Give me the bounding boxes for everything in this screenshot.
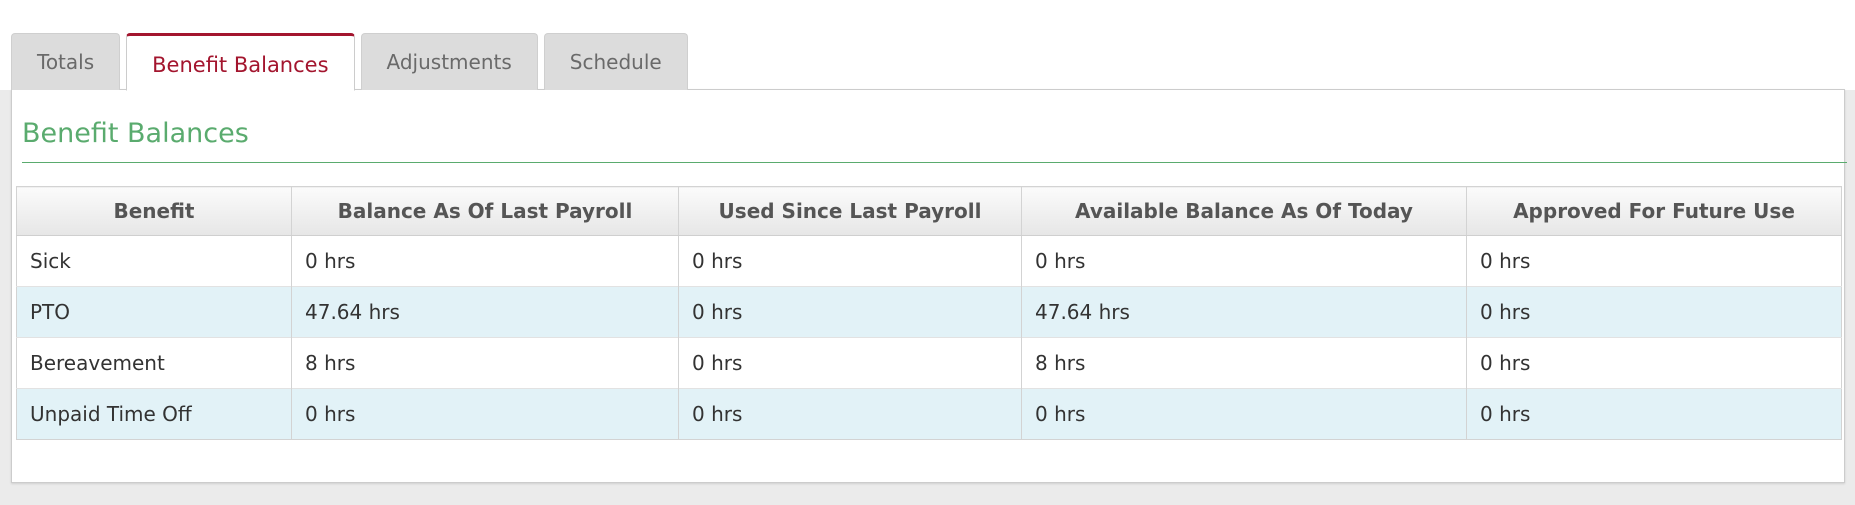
section-title: Benefit Balances [22,118,249,149]
tab-bar: Totals Benefit Balances Adjustments Sche… [11,32,694,91]
tab-totals[interactable]: Totals [11,33,121,90]
column-header-used-since-last-payroll: Used Since Last Payroll [678,186,1022,236]
cell-used-since-last-payroll: 0 hrs [678,235,1022,287]
cell-available-balance: 8 hrs [1021,337,1467,389]
cell-balance-last-payroll: 47.64 hrs [291,286,679,338]
cell-benefit: Bereavement [16,337,292,389]
cell-available-balance: 47.64 hrs [1021,286,1467,338]
column-header-available-balance: Available Balance As Of Today [1021,186,1467,236]
table-row: Bereavement 8 hrs 0 hrs 8 hrs 0 hrs [16,337,1842,389]
cell-balance-last-payroll: 0 hrs [291,388,679,440]
cell-used-since-last-payroll: 0 hrs [678,337,1022,389]
cell-approved-future-use: 0 hrs [1466,388,1842,440]
cell-used-since-last-payroll: 0 hrs [678,286,1022,338]
cell-available-balance: 0 hrs [1021,388,1467,440]
cell-approved-future-use: 0 hrs [1466,286,1842,338]
column-header-approved-future-use: Approved For Future Use [1466,186,1842,236]
column-header-balance-last-payroll: Balance As Of Last Payroll [291,186,679,236]
table-row: Sick 0 hrs 0 hrs 0 hrs 0 hrs [16,235,1842,287]
page: Totals Benefit Balances Adjustments Sche… [0,0,1855,505]
cell-balance-last-payroll: 8 hrs [291,337,679,389]
tab-schedule[interactable]: Schedule [543,33,688,90]
cell-approved-future-use: 0 hrs [1466,235,1842,287]
cell-available-balance: 0 hrs [1021,235,1467,287]
benefit-balances-table: Benefit Balance As Of Last Payroll Used … [16,186,1842,440]
table-header-row: Benefit Balance As Of Last Payroll Used … [16,186,1842,236]
column-header-benefit: Benefit [16,186,292,236]
tab-panel: Benefit Balances Benefit Balance As Of L… [11,89,1847,483]
cell-balance-last-payroll: 0 hrs [291,235,679,287]
tab-adjustments[interactable]: Adjustments [360,33,538,90]
cell-used-since-last-payroll: 0 hrs [678,388,1022,440]
cell-approved-future-use: 0 hrs [1466,337,1842,389]
table-row: Unpaid Time Off 0 hrs 0 hrs 0 hrs 0 hrs [16,388,1842,440]
section-divider [22,162,1847,163]
cell-benefit: Unpaid Time Off [16,388,292,440]
cell-benefit: PTO [16,286,292,338]
cell-benefit: Sick [16,235,292,287]
table-row: PTO 47.64 hrs 0 hrs 47.64 hrs 0 hrs [16,286,1842,338]
tab-benefit-balances[interactable]: Benefit Balances [126,33,355,91]
